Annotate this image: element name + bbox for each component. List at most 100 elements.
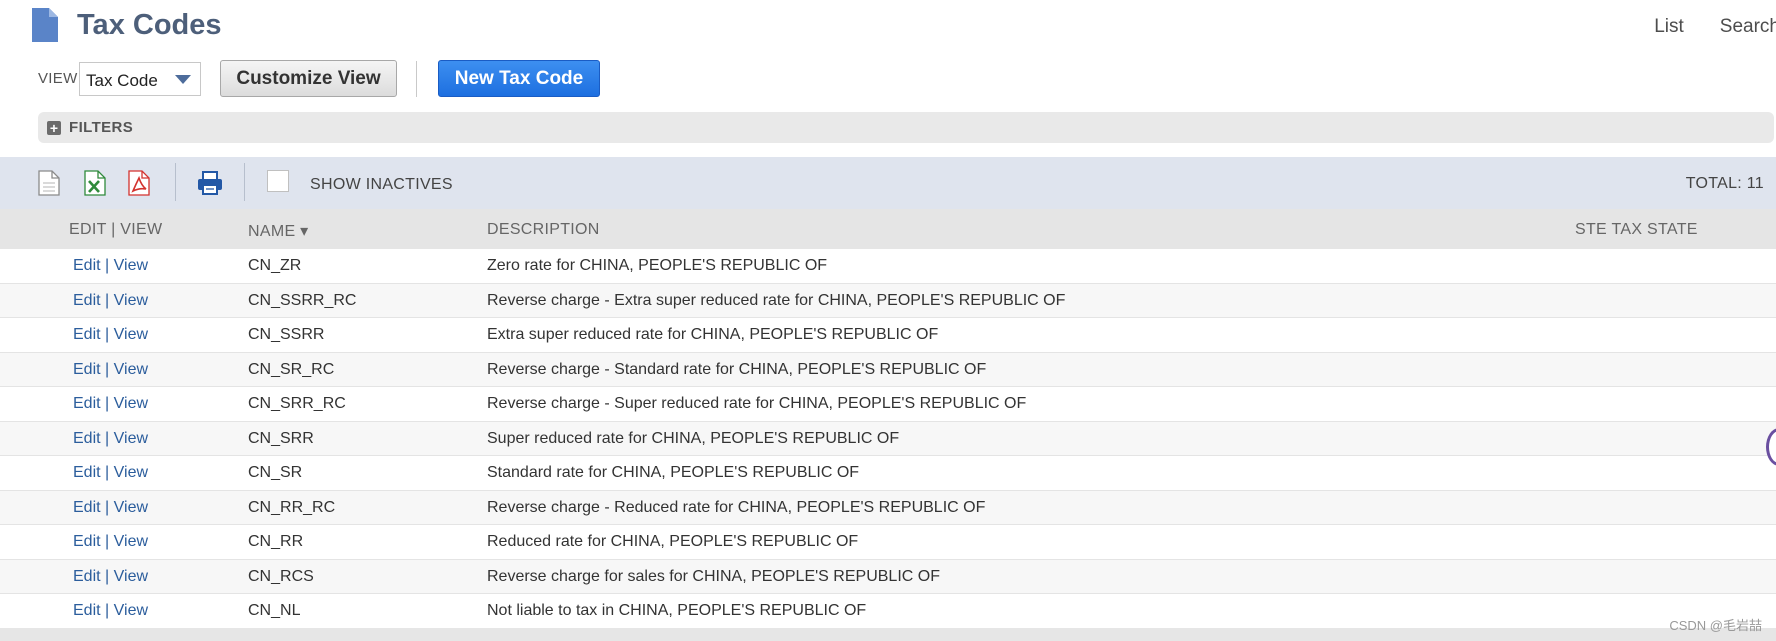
tax-code-name: CN_RR_RC — [248, 498, 336, 516]
table-row: Edit | View CN_RR Reduced rate for CHINA, … — [0, 525, 1776, 560]
tax-code-description: Standard rate for CHINA, PEOPLE'S REPUBL… — [487, 464, 860, 481]
table-footer — [0, 628, 1776, 641]
view-select[interactable]: Tax Code — [79, 62, 201, 96]
view-link[interactable]: View — [114, 464, 148, 481]
view-link[interactable]: View — [114, 568, 148, 585]
new-tax-code-button[interactable]: New Tax Code — [438, 60, 600, 97]
customize-view-button[interactable]: Customize View — [220, 60, 397, 97]
row-actions: Edit | View — [73, 430, 148, 448]
tax-code-name: CN_NL — [248, 602, 301, 619]
table-row: Edit | View CN_ZR Zero rate for CHINA, PEO… — [0, 249, 1776, 284]
table-row: Edit | View CN_RR_RC Reverse charge - Redu… — [0, 490, 1776, 525]
view-link[interactable]: View — [114, 292, 148, 309]
tax-code-description: Reduced rate for CHINA, PEOPLE'S REPUBLI… — [487, 533, 859, 550]
search-link[interactable]: Search — [1720, 16, 1776, 38]
toolbar-divider — [175, 163, 176, 201]
list-link[interactable]: List — [1654, 16, 1684, 38]
column-header-ste-tax-state[interactable]: STE TAX STATE — [1575, 221, 1698, 239]
tax-code-description: Zero rate for CHINA, PEOPLE'S REPUBLIC O… — [487, 257, 828, 274]
edit-link[interactable]: Edit — [73, 568, 101, 585]
table-row: Edit | View CN_SRR_RC Reverse charge - Sup… — [0, 387, 1776, 422]
link-separator: | — [105, 567, 110, 585]
view-link[interactable]: View — [114, 499, 148, 516]
show-inactives-checkbox[interactable] — [267, 170, 289, 192]
plus-icon[interactable]: + — [47, 121, 61, 135]
tax-code-name: CN_SRR_RC — [248, 395, 346, 412]
print-icon[interactable] — [197, 170, 223, 196]
link-separator: | — [105, 326, 110, 343]
link-separator: | — [105, 395, 110, 412]
edit-link[interactable]: Edit — [73, 499, 101, 516]
row-actions: Edit | View — [73, 361, 148, 379]
tax-code-description: Reverse charge - Super reduced rate for … — [487, 395, 1027, 412]
tax-code-name: CN_RCS — [248, 567, 314, 585]
show-inactives-label: SHOW INACTIVES — [310, 176, 453, 193]
edit-link[interactable]: Edit — [73, 533, 101, 550]
edit-link[interactable]: Edit — [73, 602, 101, 619]
table-row: Edit | View CN_SR_RC Reverse charge - Stan… — [0, 352, 1776, 387]
page-title: Tax Codes — [77, 9, 222, 41]
view-link[interactable]: View — [114, 326, 148, 343]
pdf-export-icon[interactable] — [128, 170, 150, 196]
page-header: Tax Codes List Search — [0, 0, 1776, 55]
tax-code-name: CN_SRR — [248, 429, 314, 447]
tax-code-description: Reverse charge - Extra super reduced rat… — [487, 291, 1066, 309]
row-actions: Edit | View — [73, 257, 148, 275]
table-row: Edit | View CN_SSRR_RC Reverse charge - Ex… — [0, 283, 1776, 318]
document-icon — [32, 8, 58, 42]
row-actions: Edit | View — [73, 499, 148, 517]
edit-link[interactable]: Edit — [73, 257, 101, 274]
link-separator: | — [105, 464, 110, 481]
view-link[interactable]: View — [114, 257, 148, 274]
view-link[interactable]: View — [114, 602, 148, 619]
column-header-edit-view: EDIT | VIEW — [69, 221, 163, 238]
csv-export-icon[interactable] — [38, 170, 60, 196]
tax-code-name: CN_SR — [248, 464, 303, 481]
link-separator: | — [105, 257, 110, 274]
edit-link[interactable]: Edit — [73, 395, 101, 412]
tax-code-description: Extra super reduced rate for CHINA, PEOP… — [487, 326, 939, 343]
tax-code-table: Edit | View CN_ZR Zero rate for CHINA, PEO… — [0, 249, 1776, 629]
excel-export-icon[interactable] — [84, 170, 106, 196]
table-row: Edit | View CN_NL Not liable to tax in CHI… — [0, 594, 1776, 629]
tax-code-name: CN_RR — [248, 533, 304, 550]
view-link[interactable]: View — [114, 395, 148, 412]
tax-code-description: Reverse charge for sales for CHINA, PEOP… — [487, 567, 940, 585]
view-select-value: Tax Code — [86, 71, 158, 90]
edit-link[interactable]: Edit — [73, 326, 101, 343]
tax-code-description: Reverse charge - Standard rate for CHINA… — [487, 360, 987, 378]
link-separator: | — [105, 360, 110, 378]
tax-code-name: CN_SR_RC — [248, 360, 335, 378]
total-count: TOTAL: 11 — [1685, 175, 1764, 192]
link-separator: | — [105, 291, 110, 309]
edit-link[interactable]: Edit — [73, 430, 101, 447]
view-link[interactable]: View — [114, 361, 148, 378]
row-actions: Edit | View — [73, 568, 148, 586]
row-actions: Edit | View — [73, 326, 148, 344]
table-row: Edit | View CN_SSRR Extra super reduced ra… — [0, 318, 1776, 353]
table-row: Edit | View CN_SR Standard rate for CHINA,… — [0, 456, 1776, 491]
column-header-name[interactable]: NAME ▾ — [248, 221, 309, 241]
edit-link[interactable]: Edit — [73, 361, 101, 378]
link-separator: | — [105, 602, 110, 619]
row-actions: Edit | View — [73, 292, 148, 310]
table-header: EDIT | VIEW NAME ▾ DESCRIPTION STE TAX S… — [0, 209, 1776, 249]
chevron-down-icon — [175, 75, 191, 84]
toolbar-divider — [244, 163, 245, 201]
table-row: Edit | View CN_RCS Reverse charge for sale… — [0, 559, 1776, 594]
view-label: VIEW — [38, 70, 78, 87]
view-link[interactable]: View — [114, 533, 148, 550]
header-links: List Search — [1654, 16, 1776, 38]
divider — [416, 61, 417, 97]
column-header-description[interactable]: DESCRIPTION — [487, 221, 600, 239]
view-link[interactable]: View — [114, 430, 148, 447]
filters-bar[interactable]: + FILTERS — [38, 112, 1774, 143]
link-separator: | — [105, 429, 110, 447]
watermark: CSDN @毛岩喆 — [1669, 618, 1762, 633]
tax-code-name: CN_SSRR_RC — [248, 291, 357, 309]
edit-link[interactable]: Edit — [73, 292, 101, 309]
tax-code-description: Super reduced rate for CHINA, PEOPLE'S R… — [487, 429, 900, 447]
tax-code-name: CN_SSRR — [248, 326, 325, 343]
row-actions: Edit | View — [73, 395, 148, 413]
edit-link[interactable]: Edit — [73, 464, 101, 481]
